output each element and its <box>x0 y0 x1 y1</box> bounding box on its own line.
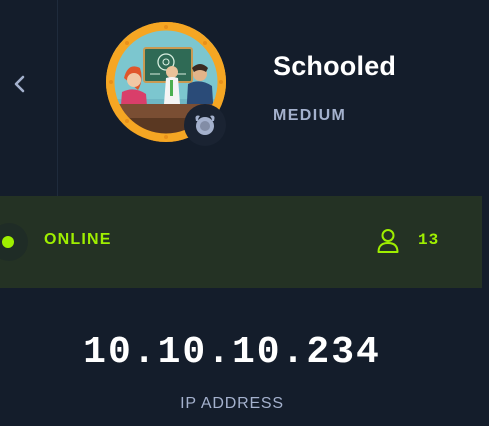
status-label: ONLINE <box>44 231 112 248</box>
machine-avatar <box>106 22 226 146</box>
difficulty-label: MEDIUM <box>273 107 347 124</box>
users-count: 13 <box>418 231 440 249</box>
status-indicator-dot <box>2 236 14 248</box>
freebsd-icon <box>195 115 215 135</box>
back-button[interactable] <box>6 70 34 98</box>
machine-name: Schooled <box>273 51 397 81</box>
os-badge <box>184 104 226 146</box>
ip-address-label: IP ADDRESS <box>180 395 284 412</box>
machine-info-panel: Schooled MEDIUM ONLINE 13 10.10.10.234 I… <box>0 0 489 426</box>
ip-address[interactable]: 10.10.10.234 <box>0 331 464 374</box>
status-bar: ONLINE 13 <box>0 196 482 288</box>
back-column <box>0 0 58 196</box>
chevron-left-icon <box>14 75 25 93</box>
user-icon <box>377 229 399 253</box>
